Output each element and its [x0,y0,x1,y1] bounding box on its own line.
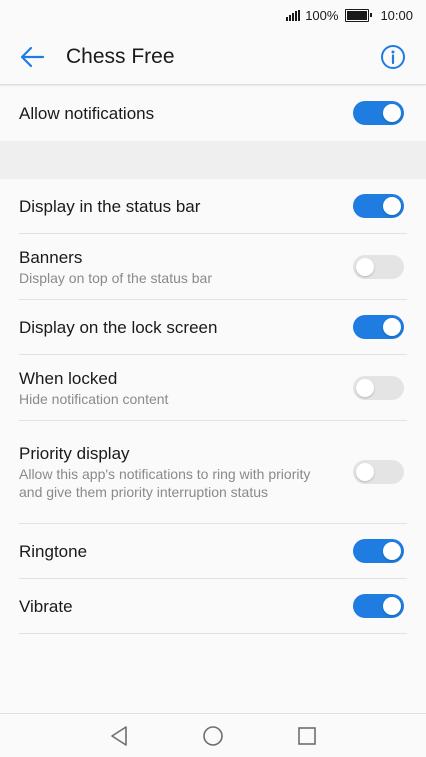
navigation-bar [0,713,426,757]
battery-percent: 100% [305,7,339,23]
signal-icon [286,9,301,21]
nav-back-button[interactable] [106,723,132,749]
allow-notifications-row[interactable]: Allow notifications [0,85,426,141]
setting-row-when-locked[interactable]: When locked Hide notification content [0,355,426,420]
row-title: Allow notifications [19,103,155,123]
status-bar: 100% 10:00 [0,0,426,30]
priority-display-toggle[interactable] [353,460,404,484]
row-title: Priority display [19,444,130,463]
page-title: Chess Free [66,45,175,68]
info-button[interactable] [380,44,406,70]
triangle-back-icon [111,725,127,746]
row-title: Banners [19,247,83,267]
row-title: Ringtone [19,541,88,561]
row-title: Vibrate [19,596,73,616]
row-subtitle: Hide notification content [19,390,169,407]
setting-row-banners[interactable]: Banners Display on top of the status bar [0,234,426,299]
lock-screen-toggle[interactable] [353,315,404,339]
row-title: Display in the status bar [19,196,201,216]
allow-notifications-toggle[interactable] [353,101,404,125]
vibrate-toggle[interactable] [353,594,404,618]
circle-home-icon [203,725,223,746]
setting-row-lock-screen[interactable]: Display on the lock screen [0,300,426,354]
battery-icon [345,8,373,22]
back-button[interactable] [15,40,49,74]
nav-recents-button[interactable] [294,723,320,749]
banners-toggle[interactable] [353,254,404,279]
info-icon [381,45,405,69]
ringtone-toggle[interactable] [353,539,404,563]
when-locked-toggle[interactable] [353,375,404,400]
setting-row-status-bar[interactable]: Display in the status bar [0,179,426,233]
row-subtitle: Display on top of the status bar [19,269,212,286]
square-recents-icon [298,726,316,745]
row-title: Display on the lock screen [19,317,218,337]
app-bar: Chess Free [0,30,426,85]
arrow-left-icon [20,46,45,68]
clock: 10:00 [380,7,413,23]
section-gap [0,141,426,179]
nav-home-button[interactable] [200,723,226,749]
setting-row-priority-display[interactable]: Priority display Allow this app's notifi… [0,421,426,523]
setting-row-ringtone[interactable]: Ringtone [0,524,426,578]
row-subtitle: Allow this app's notifications to ring w… [19,466,311,500]
setting-row-vibrate[interactable]: Vibrate [0,579,426,633]
divider [19,633,407,634]
row-title: When locked [19,368,118,388]
status-bar-toggle[interactable] [353,194,404,218]
